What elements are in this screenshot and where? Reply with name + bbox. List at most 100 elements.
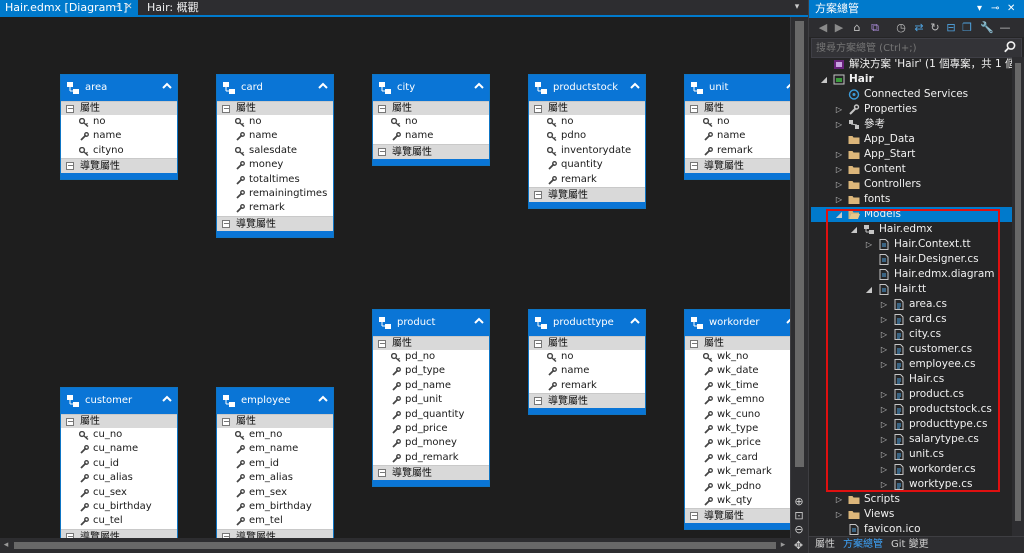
zoom-fit-icon[interactable]: ⊡	[792, 509, 806, 523]
tree-item-connected-services[interactable]: Connected Services	[811, 87, 1012, 102]
collapse-icon[interactable]: −	[66, 105, 74, 113]
properties-icon[interactable]: 🔧	[979, 20, 995, 35]
chevron-up-icon[interactable]	[318, 393, 328, 405]
properties-section[interactable]: − 屬性	[685, 336, 790, 350]
tree-item-employee-cs[interactable]: ▷ employee.cs	[811, 357, 1012, 372]
tree-item-card-cs[interactable]: ▷ card.cs	[811, 312, 1012, 327]
pending-changes-filter-icon[interactable]: ◷	[893, 20, 909, 35]
collapse-icon[interactable]: −	[534, 190, 542, 199]
chevron-up-icon[interactable]	[162, 80, 172, 92]
tree-item-productstock-cs[interactable]: ▷ productstock.cs	[811, 402, 1012, 417]
edmx-designer-canvas[interactable]: area − 屬性 no name cityno − 導覽屬性 card − 屬性 no name sal…	[0, 17, 790, 538]
tree-item-[interactable]: ▷ 參考	[811, 117, 1012, 132]
collapse-icon[interactable]: −	[690, 162, 698, 171]
collapsed-arrow-icon[interactable]: ▷	[879, 297, 889, 312]
pan-icon[interactable]: ✥	[790, 538, 807, 553]
property-row[interactable]: totaltimes	[217, 173, 333, 187]
collapsed-arrow-icon[interactable]: ▷	[879, 387, 889, 402]
property-row[interactable]: no	[529, 350, 645, 364]
collapsed-arrow-icon[interactable]: ▷	[834, 102, 844, 117]
tree-item-hair-tt[interactable]: ◢ Hair.tt	[811, 282, 1012, 297]
property-row[interactable]: pd_no	[373, 350, 489, 364]
collapse-icon[interactable]: −	[378, 147, 386, 156]
tree-item-models[interactable]: ◢ Models	[811, 207, 1012, 222]
collapsed-arrow-icon[interactable]: ▷	[834, 162, 844, 177]
chevron-up-icon[interactable]	[318, 80, 328, 92]
entity-header[interactable]: card	[217, 75, 333, 101]
property-row[interactable]: no	[373, 115, 489, 129]
collapsed-arrow-icon[interactable]: ▷	[879, 447, 889, 462]
property-row[interactable]: no	[217, 115, 333, 129]
properties-section[interactable]: − 屬性	[373, 101, 489, 115]
zoom-out-icon[interactable]: ⊖	[792, 523, 806, 537]
property-row[interactable]: em_no	[217, 428, 333, 442]
collapsed-arrow-icon[interactable]: ▷	[834, 177, 844, 192]
properties-section[interactable]: − 屬性	[61, 414, 177, 428]
collapsed-arrow-icon[interactable]: ▷	[879, 357, 889, 372]
property-row[interactable]: money	[217, 158, 333, 172]
entity-header[interactable]: producttype	[529, 310, 645, 336]
scroll-right-icon[interactable]: ▸	[777, 538, 789, 553]
property-row[interactable]: inventorydate	[529, 144, 645, 158]
entity-area[interactable]: area − 屬性 no name cityno − 導覽屬性	[60, 74, 178, 181]
collapse-icon[interactable]: −	[690, 340, 698, 348]
entity-header[interactable]: city	[373, 75, 489, 101]
scroll-thumb[interactable]	[1015, 63, 1021, 521]
property-row[interactable]: remainingtimes	[217, 187, 333, 201]
navigation-properties-section[interactable]: − 導覽屬性	[61, 528, 177, 538]
collapse-icon[interactable]: −	[222, 418, 230, 426]
property-row[interactable]: em_name	[217, 442, 333, 456]
collapse-icon[interactable]: −	[534, 340, 542, 348]
property-row[interactable]: remark	[529, 173, 645, 187]
tab-hair-edmx-diagram[interactable]: Hair.edmx [Diagram1] ⊸ ✕	[0, 0, 138, 15]
property-row[interactable]: pd_remark	[373, 451, 489, 465]
tree-item-hair-edmx-diagram[interactable]: Hair.edmx.diagram	[811, 267, 1012, 282]
tree-item-unit-cs[interactable]: ▷ unit.cs	[811, 447, 1012, 462]
collapse-icon[interactable]: −	[378, 469, 386, 478]
entity-customer[interactable]: customer − 屬性 cu_no cu_name cu_id cu_alias cu_s…	[60, 387, 178, 538]
property-row[interactable]: wk_no	[685, 350, 790, 364]
navigation-properties-section[interactable]: − 導覽屬性	[529, 393, 645, 409]
entity-unit[interactable]: unit − 屬性 no name remark − 導覽屬性	[684, 74, 790, 181]
close-icon[interactable]: ✕	[125, 0, 133, 15]
tree-item-content[interactable]: ▷ Content	[811, 162, 1012, 177]
collapse-all-icon[interactable]: ⊟	[943, 20, 959, 35]
property-row[interactable]: cu_name	[61, 442, 177, 456]
entity-header[interactable]: workorder	[685, 310, 790, 336]
navigation-properties-section[interactable]: − 導覽屬性	[373, 143, 489, 159]
tree-item-hair[interactable]: ◢ Hair	[811, 72, 1012, 87]
property-row[interactable]: cityno	[61, 144, 177, 158]
property-row[interactable]: pd_quantity	[373, 408, 489, 422]
tree-vertical-scrollbar[interactable]	[1012, 57, 1024, 536]
collapse-icon[interactable]: −	[378, 105, 386, 113]
tree-item-properties[interactable]: ▷ Properties	[811, 102, 1012, 117]
property-row[interactable]: wk_remark	[685, 465, 790, 479]
more-icon[interactable]: —	[997, 20, 1013, 35]
refresh-icon[interactable]: ↻	[927, 20, 943, 35]
tree-item-area-cs[interactable]: ▷ area.cs	[811, 297, 1012, 312]
entity-header[interactable]: productstock	[529, 75, 645, 101]
chevron-up-icon[interactable]	[630, 80, 640, 92]
tree-item-hair-cs[interactable]: Hair.cs	[811, 372, 1012, 387]
tree-item-hair-context-tt[interactable]: ▷ Hair.Context.tt	[811, 237, 1012, 252]
tree-item-views[interactable]: ▷ Views	[811, 507, 1012, 522]
property-row[interactable]: wk_pdno	[685, 480, 790, 494]
property-row[interactable]: remark	[685, 144, 790, 158]
collapsed-arrow-icon[interactable]: ▷	[834, 192, 844, 207]
tab-properties[interactable]: 屬性	[815, 538, 835, 552]
collapsed-arrow-icon[interactable]: ▷	[879, 312, 889, 327]
property-row[interactable]: remark	[529, 379, 645, 393]
property-row[interactable]: remark	[217, 201, 333, 215]
tree-item-favicon-ico[interactable]: favicon.ico	[811, 522, 1012, 536]
show-all-files-icon[interactable]: ❐	[959, 20, 975, 35]
property-row[interactable]: em_alias	[217, 471, 333, 485]
collapsed-arrow-icon[interactable]: ▷	[879, 417, 889, 432]
property-row[interactable]: quantity	[529, 158, 645, 172]
search-input[interactable]	[812, 39, 992, 57]
tree-item-app-data[interactable]: App_Data	[811, 132, 1012, 147]
dropdown-icon[interactable]: ▾	[977, 0, 982, 18]
collapse-icon[interactable]: −	[690, 512, 698, 521]
entity-header[interactable]: employee	[217, 388, 333, 414]
scroll-thumb[interactable]	[14, 542, 776, 549]
collapse-icon[interactable]: −	[534, 397, 542, 406]
